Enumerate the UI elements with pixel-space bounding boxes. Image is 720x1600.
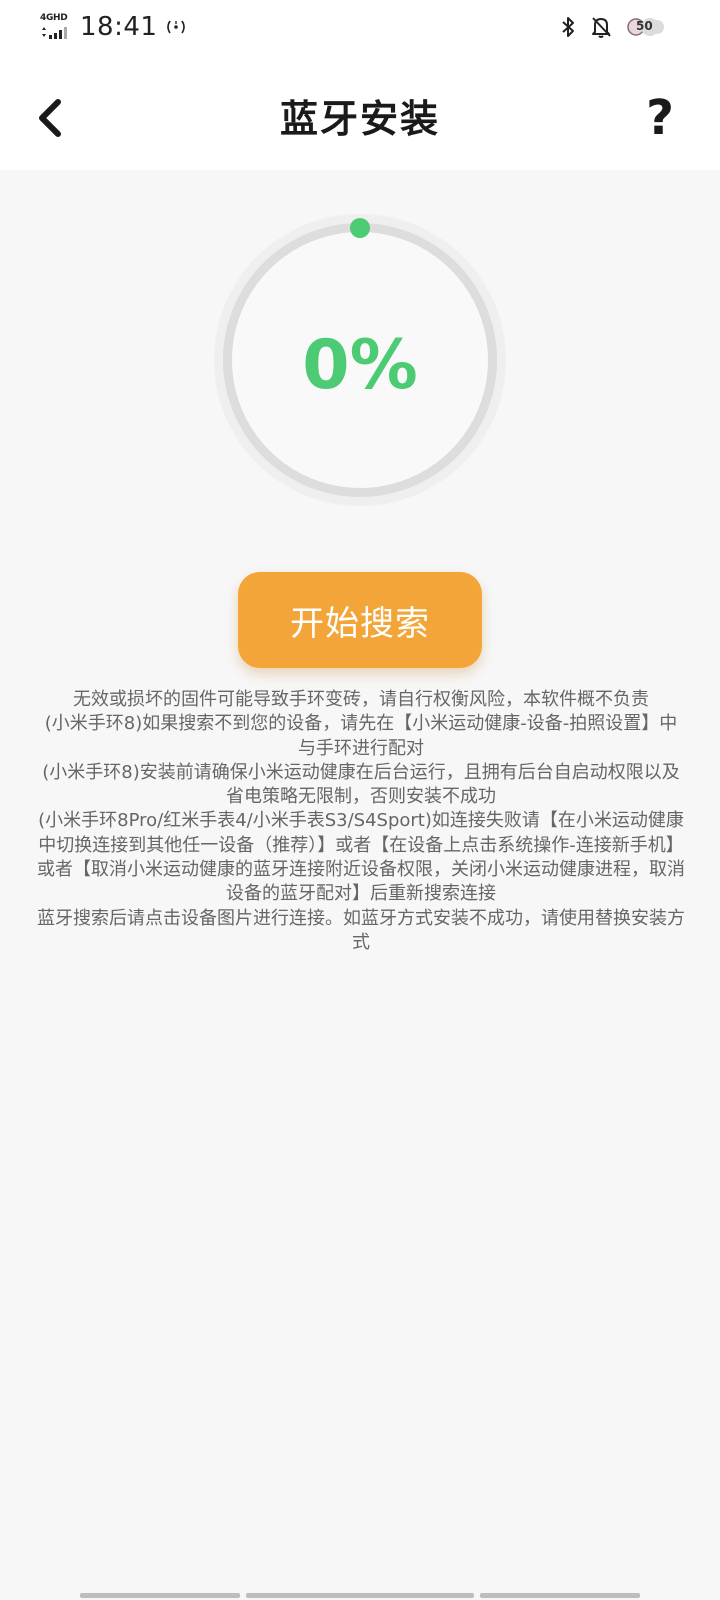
nav-handle[interactable] [480,1593,640,1598]
page-title: 蓝牙安装 [279,97,440,141]
battery-icon: 50 [626,14,664,40]
help-button[interactable]: ? [640,92,680,144]
status-right: 50 [560,14,664,40]
nav-handle[interactable] [246,1593,474,1598]
bell-off-icon [592,17,611,38]
status-left: 4GHD 18:41 [40,12,187,42]
nav-handle[interactable] [80,1593,240,1598]
start-search-button[interactable]: 开始搜索 [238,572,482,668]
battery-level: 50 [636,19,653,33]
bluetooth-icon [562,17,574,37]
status-time: 18:41 [80,12,158,42]
note-item: (小米手环8Pro/红米手表4/小米手表S3/S4Sport)如连接失败请【在小… [37,810,685,905]
note-item: 无效或损坏的固件可能导致手环变砖，请自行权衡风险，本软件概不负责 [73,689,649,710]
hotspot-icon [167,20,186,34]
note-item: (小米手环8)安装前请确保小米运动健康在后台运行，且拥有后台自启动权限以及省电策… [42,761,680,808]
progress-indicator: 0% [210,210,510,510]
instructions-text: 无效或损坏的固件可能导致手环变砖，请自行权衡风险，本软件概不负责 (小米手环8)… [36,688,686,955]
note-item: 蓝牙搜索后请点击设备图片进行连接。如蓝牙方式安装不成功，请使用替换安装方式 [37,907,685,953]
app-bar: 蓝牙安装 ? [0,56,720,170]
progress-knob [350,218,370,238]
network-type: 4GHD [40,13,68,23]
network-indicator: 4GHD [40,13,72,41]
signal-bars-icon [42,27,67,39]
progress-percent: 0% [302,326,418,405]
status-bar: 4GHD 18:41 50 [0,0,720,56]
note-item: (小米手环8)如果搜索不到您的设备，请先在【小米运动健康-设备-拍照设置】中与手… [44,713,678,759]
